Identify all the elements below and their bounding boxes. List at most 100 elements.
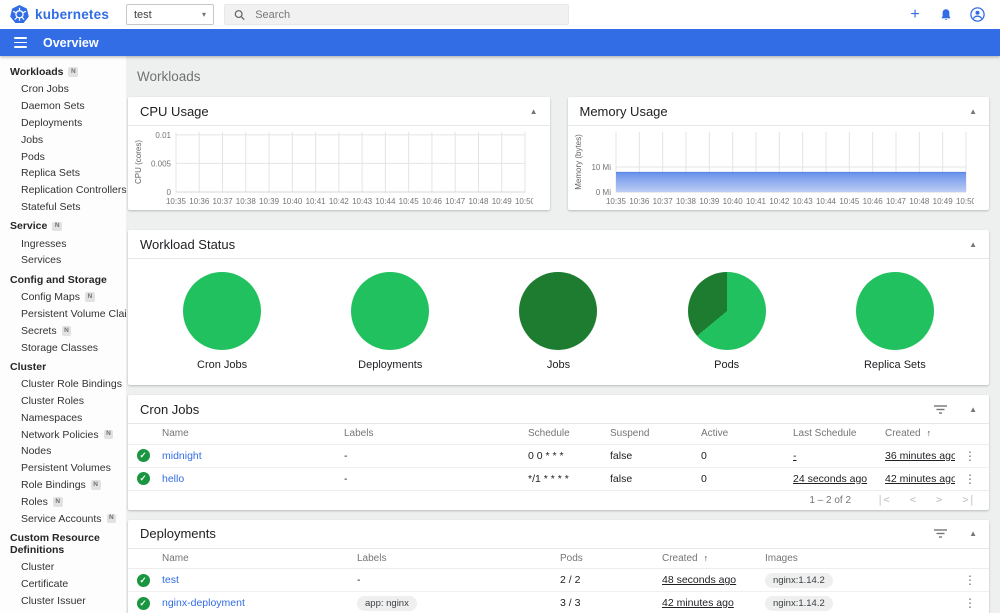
search-input[interactable] — [255, 8, 559, 21]
collapse-icon[interactable]: ▲ — [969, 405, 977, 414]
namespaced-badge: N — [52, 497, 63, 507]
top-app-bar: kubernetes test ▾ + — [0, 0, 1000, 29]
sidebar-item-cluster-role-bindings[interactable]: Cluster Role Bindings — [0, 376, 126, 393]
workload-status-title: Workload Status — [140, 236, 236, 252]
relative-time[interactable]: 36 minutes ago — [885, 450, 955, 462]
next-page-icon[interactable]: > — [936, 494, 942, 506]
relative-time[interactable]: - — [793, 450, 797, 462]
relative-time[interactable]: 48 seconds ago — [662, 574, 736, 586]
collapse-icon[interactable]: ▲ — [530, 107, 538, 116]
column-header-last-schedule[interactable]: Last Schedule — [793, 424, 885, 445]
sidebar-item-persistent-volume-claims[interactable]: Persistent Volume ClaimsN — [0, 306, 126, 323]
create-resource-button[interactable]: + — [906, 6, 924, 24]
sidebar-item-roles[interactable]: Roles N — [0, 493, 126, 510]
sidebar-item-cluster-roles[interactable]: Cluster Roles — [0, 393, 126, 410]
sidebar-item-stateful-sets[interactable]: Stateful Sets — [0, 198, 126, 215]
collapse-icon[interactable]: ▲ — [969, 529, 977, 538]
column-header-pods[interactable]: Pods — [560, 548, 662, 569]
first-page-icon[interactable]: |< — [877, 494, 890, 506]
status-cell: ✓ — [128, 467, 162, 491]
pie-chart — [687, 272, 766, 350]
column-header-labels[interactable]: Labels — [357, 548, 560, 569]
status-cell: ✓ — [128, 568, 162, 592]
brand-name: kubernetes — [35, 7, 110, 22]
table-row: ✓ nginx-deployment app: nginx 3 / 3 42 minut… — [128, 591, 989, 613]
account-button[interactable] — [968, 6, 986, 24]
menu-hamburger-icon[interactable] — [10, 35, 34, 49]
namespaced-badge: N — [90, 480, 101, 490]
sidebar-item-replication-controllers[interactable]: Replication Controllers — [0, 182, 126, 199]
pie-chart — [855, 272, 934, 350]
sidebar-item-ingresses[interactable]: Ingresses — [0, 235, 126, 252]
previous-page-icon[interactable]: < — [910, 494, 916, 506]
sidebar-item-cluster[interactable]: Cluster — [0, 559, 126, 576]
cron-job-link[interactable]: midnight — [162, 450, 202, 462]
kebab-menu-icon[interactable]: ⋮ — [955, 449, 985, 463]
column-header-images[interactable]: Images — [765, 548, 955, 569]
labels-cell: - — [357, 568, 560, 592]
sidebar-item-nodes[interactable]: Nodes — [0, 443, 126, 460]
sidebar-item-pods[interactable]: Pods — [0, 148, 126, 165]
filter-icon[interactable] — [934, 529, 948, 538]
last-page-icon[interactable]: >| — [962, 494, 975, 506]
sort-ascending-icon: ↑ — [703, 552, 709, 563]
sidebar-section-cluster: Cluster — [10, 360, 47, 373]
column-header-suspend[interactable]: Suspend — [610, 424, 701, 445]
svg-text:10:36: 10:36 — [189, 197, 210, 206]
kebab-menu-icon[interactable]: ⋮ — [955, 472, 985, 486]
kebab-menu-icon[interactable]: ⋮ — [955, 596, 985, 610]
relative-time[interactable]: 42 minutes ago — [885, 473, 955, 485]
sidebar-item-role-bindings[interactable]: Role Bindings N — [0, 477, 126, 494]
filter-icon[interactable] — [934, 404, 948, 414]
column-header-schedule[interactable]: Schedule — [528, 424, 610, 445]
svg-text:10:40: 10:40 — [722, 197, 743, 206]
namespace-select[interactable]: test ▾ — [126, 4, 214, 25]
sidebar-item-daemon-sets[interactable]: Daemon Sets — [0, 98, 126, 115]
sidebar-item-service-accounts[interactable]: Service Accounts N — [0, 510, 126, 527]
sidebar-item-network-policies[interactable]: Network Policies N — [0, 426, 126, 443]
sidebar-item-persistent-volumes[interactable]: Persistent Volumes — [0, 460, 126, 477]
sidebar-item-jobs[interactable]: Jobs — [0, 131, 126, 148]
cron-job-link[interactable]: hello — [162, 473, 184, 485]
sidebar-item-config-maps[interactable]: Config Maps N — [0, 289, 126, 306]
actions-cell: ⋮ — [955, 444, 989, 468]
sidebar-item-storage-classes[interactable]: Storage Classes — [0, 339, 126, 356]
namespace-selected-value: test — [134, 8, 152, 21]
last-schedule-cell: 24 seconds ago — [793, 467, 885, 491]
labels-cell: - — [344, 467, 528, 491]
deployment-link[interactable]: test — [162, 574, 179, 586]
column-header-name[interactable]: Name — [162, 424, 344, 445]
pagination: 1 – 2 of 2 |< < > >| — [128, 491, 989, 510]
relative-time[interactable]: 42 minutes ago — [662, 597, 734, 609]
sidebar-item-deployments[interactable]: Deployments — [0, 115, 126, 132]
sidebar-item-replica-sets[interactable]: Replica Sets — [0, 165, 126, 182]
namespaced-badge: N — [103, 429, 114, 440]
column-header-actions — [955, 548, 989, 569]
column-header-created[interactable]: Created ↑ — [885, 424, 955, 445]
pie-label: Jobs — [546, 359, 571, 371]
svg-text:10:40: 10:40 — [282, 197, 303, 206]
search-bar[interactable] — [224, 4, 569, 25]
svg-text:CPU (cores): CPU (cores) — [134, 140, 143, 184]
sidebar-item-secrets[interactable]: Secrets N — [0, 322, 126, 339]
pie-label: Pods — [714, 359, 740, 371]
chevron-down-icon: ▾ — [201, 10, 206, 19]
svg-text:10:43: 10:43 — [792, 197, 813, 206]
notifications-button[interactable] — [937, 6, 955, 24]
deployment-link[interactable]: nginx-deployment — [162, 597, 245, 609]
sidebar-item-services[interactable]: Services — [0, 252, 126, 269]
relative-time[interactable]: 24 seconds ago — [793, 473, 867, 485]
column-header-name[interactable]: Name — [162, 548, 357, 569]
column-header-labels[interactable]: Labels — [344, 424, 528, 445]
column-header-active[interactable]: Active — [701, 424, 793, 445]
sidebar-item-namespaces[interactable]: Namespaces — [0, 410, 126, 427]
sidebar-item-certificate[interactable]: Certificate — [0, 576, 126, 593]
collapse-icon[interactable]: ▲ — [969, 240, 977, 249]
collapse-icon[interactable]: ▲ — [969, 107, 977, 116]
column-header-created[interactable]: Created ↑ — [662, 548, 765, 569]
sidebar-item-cron-jobs[interactable]: Cron Jobs — [0, 81, 126, 98]
schedule-cell: */1 * * * * — [528, 467, 610, 491]
sidebar-item-cluster-issuer[interactable]: Cluster Issuer — [0, 593, 126, 610]
svg-text:10:35: 10:35 — [605, 197, 626, 206]
kebab-menu-icon[interactable]: ⋮ — [955, 573, 985, 587]
